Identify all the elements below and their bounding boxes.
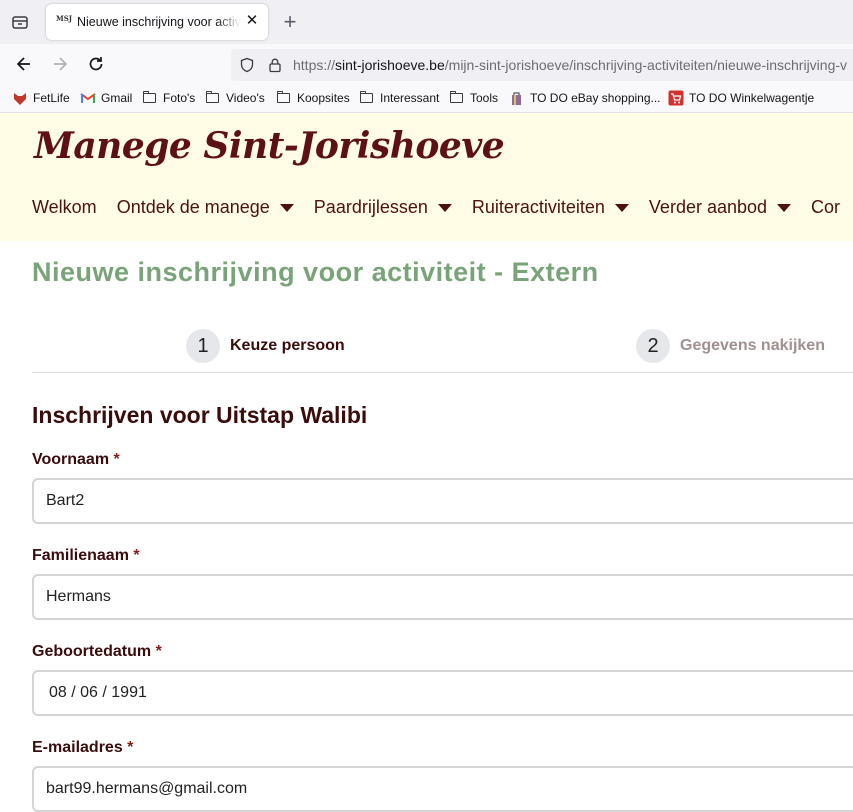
url-bar[interactable]: https://sint-jorishoeve.be/mijn-sint-jor… bbox=[231, 49, 853, 81]
required-marker: * bbox=[127, 739, 134, 756]
bookmark-tools[interactable]: Tools bbox=[449, 89, 498, 107]
caret-down-icon bbox=[777, 203, 792, 212]
bookmark-koopsites[interactable]: Koopsites bbox=[276, 89, 350, 107]
page-title: Nieuwe inschrijving voor activiteit - Ex… bbox=[32, 257, 599, 287]
browser-tab-strip: MSJ Nieuwe inschrijving voor activiteit … bbox=[0, 0, 853, 44]
caret-down-icon bbox=[279, 203, 294, 212]
step-number: 2 bbox=[636, 329, 670, 363]
site-logo[interactable]: Manege Sint-Jorishoeve bbox=[34, 125, 505, 167]
email-label: E-mailadres * bbox=[32, 739, 134, 756]
tracking-shield-icon[interactable] bbox=[239, 57, 255, 73]
active-tab[interactable]: MSJ Nieuwe inschrijving voor activiteit … bbox=[46, 4, 268, 40]
bookmark-fetlife[interactable]: FetLife bbox=[12, 89, 70, 107]
nav-item-ontdek-de-manege[interactable]: Ontdek de manege bbox=[117, 197, 294, 218]
geboortedatum-input[interactable] bbox=[32, 670, 853, 716]
folder-icon bbox=[276, 90, 292, 106]
required-marker: * bbox=[113, 451, 120, 468]
step-keuze-persoon: 1 Keuze persoon bbox=[186, 329, 345, 363]
bookmark-gmail[interactable]: Gmail bbox=[80, 89, 132, 107]
folder-icon bbox=[205, 90, 221, 106]
reload-icon[interactable] bbox=[86, 54, 106, 74]
required-marker: * bbox=[155, 643, 162, 660]
url-text: https://sint-jorishoeve.be/mijn-sint-jor… bbox=[293, 57, 848, 73]
familienaam-input[interactable] bbox=[32, 574, 853, 620]
bookmark-videos[interactable]: Video's bbox=[205, 89, 265, 107]
tab-title: Nieuwe inschrijving voor activiteit bbox=[77, 15, 241, 29]
folder-icon bbox=[359, 90, 375, 106]
bookmark-ebay[interactable]: TO DO eBay shopping... bbox=[509, 89, 661, 107]
familienaam-label: Familienaam * bbox=[32, 547, 140, 564]
form-heading: Inschrijven voor Uitstap Walibi bbox=[32, 402, 368, 428]
bookmark-interessant[interactable]: Interessant bbox=[359, 89, 439, 107]
email-input[interactable] bbox=[32, 766, 853, 812]
caret-down-icon bbox=[437, 203, 452, 212]
nav-item-welkom[interactable]: Welkom bbox=[32, 197, 97, 218]
browser-navigation-bar: https://sint-jorishoeve.be/mijn-sint-jor… bbox=[0, 44, 853, 84]
step-label: Keuze persoon bbox=[230, 337, 345, 354]
nav-item-paardrijlessen[interactable]: Paardrijlessen bbox=[314, 197, 452, 218]
site-favicon-icon: MSJ bbox=[56, 14, 73, 23]
lock-icon[interactable] bbox=[267, 57, 283, 73]
forward-arrow-icon[interactable] bbox=[50, 54, 70, 74]
bookmark-fotos[interactable]: Foto's bbox=[142, 89, 195, 107]
caret-down-icon bbox=[614, 203, 629, 212]
wizard-steps: 1 Keuze persoon 2 Gegevens nakijken bbox=[32, 320, 853, 373]
geboortedatum-label: Geboortedatum * bbox=[32, 643, 162, 660]
shopping-bag-icon bbox=[512, 92, 521, 105]
close-tab-icon[interactable]: ✕ bbox=[244, 13, 260, 29]
required-marker: * bbox=[133, 547, 140, 564]
shopping-cart-icon bbox=[668, 90, 684, 106]
step-label: Gegevens nakijken bbox=[680, 337, 825, 354]
step-number: 1 bbox=[186, 329, 220, 363]
nav-item-ruiteractiviteiten[interactable]: Ruiteractiviteiten bbox=[472, 197, 629, 218]
nav-item-contact[interactable]: Cor bbox=[811, 197, 840, 218]
voornaam-input[interactable] bbox=[32, 478, 853, 524]
main-navigation: Welkom Ontdek de manege Paardrijlessen R… bbox=[32, 197, 853, 218]
fetlife-icon bbox=[14, 93, 26, 105]
bookmarks-toolbar: FetLife Gmail Foto's Video's Koopsites I… bbox=[0, 84, 853, 113]
step-gegevens-nakijken: 2 Gegevens nakijken bbox=[636, 329, 825, 363]
nav-item-verder-aanbod[interactable]: Verder aanbod bbox=[649, 197, 792, 218]
back-arrow-icon[interactable] bbox=[14, 54, 34, 74]
voornaam-label: Voornaam * bbox=[32, 451, 120, 468]
bookmark-winkelwagentje[interactable]: TO DO Winkelwagentje bbox=[668, 89, 814, 107]
folder-icon bbox=[449, 90, 465, 106]
new-tab-icon[interactable]: + bbox=[280, 11, 300, 33]
tab-list-icon[interactable] bbox=[10, 12, 30, 32]
gmail-icon bbox=[80, 93, 96, 103]
site-header: Manege Sint-Jorishoeve Welkom Ontdek de … bbox=[0, 113, 853, 241]
folder-icon bbox=[142, 90, 158, 106]
